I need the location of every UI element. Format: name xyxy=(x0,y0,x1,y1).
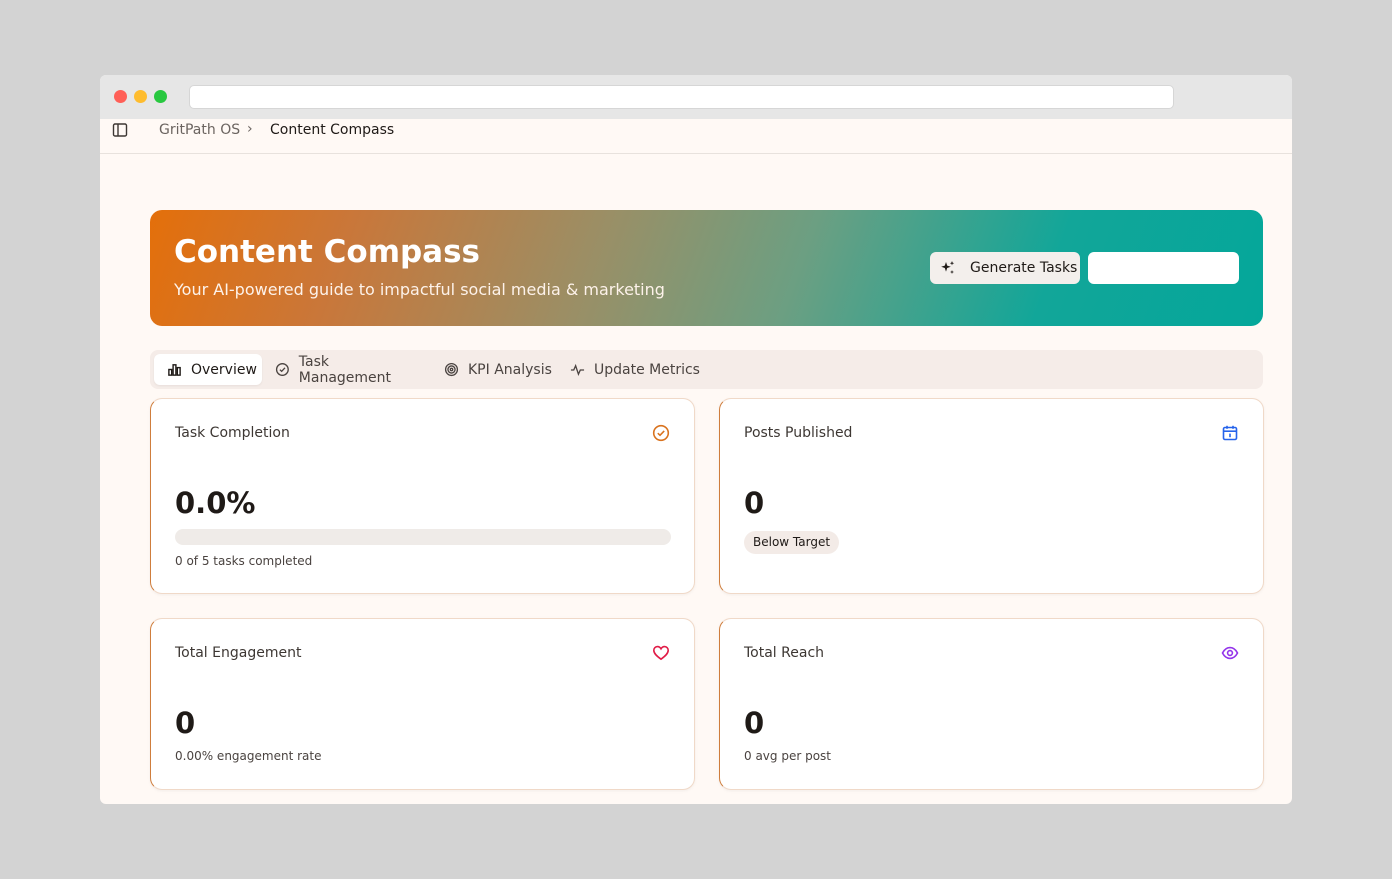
sidebar-toggle-icon[interactable] xyxy=(112,122,128,138)
eye-icon xyxy=(1221,646,1239,660)
task-completion-value: 0.0% xyxy=(175,486,256,520)
page-title: Content Compass xyxy=(174,234,481,270)
bar-chart-icon xyxy=(168,364,181,376)
tab-task-management-label: Task Management xyxy=(298,353,392,386)
total-engagement-card: Total Engagement 0 0.00% engagement rate xyxy=(150,618,695,790)
tab-task-management[interactable]: Task Management xyxy=(262,353,424,386)
top-navigation: GritPath OS › Content Compass xyxy=(100,119,1292,154)
browser-window: GritPath OS › Content Compass Content Co… xyxy=(100,75,1292,804)
browser-titlebar xyxy=(100,75,1292,119)
task-completion-card: Task Completion 0.0% 0 of 5 tasks comple… xyxy=(150,398,695,594)
address-bar[interactable] xyxy=(189,85,1174,109)
page-subtitle: Your AI-powered guide to impactful socia… xyxy=(174,280,665,299)
target-icon xyxy=(444,362,459,377)
posts-published-card: Posts Published 0 Below Target xyxy=(719,398,1264,594)
generate-tasks-label: Generate Tasks xyxy=(970,260,1078,276)
total-reach-card: Total Reach 0 0 avg per post xyxy=(719,618,1264,790)
secondary-action-button[interactable] xyxy=(1088,252,1239,284)
breadcrumb-current: Content Compass xyxy=(270,122,395,138)
task-completion-progress-bar xyxy=(175,529,671,545)
tab-update-metrics-label: Update Metrics xyxy=(594,361,700,378)
tab-kpi-analysis-label: KPI Analysis xyxy=(468,361,552,378)
tab-kpi-analysis[interactable]: KPI Analysis xyxy=(431,354,561,385)
close-window-button[interactable] xyxy=(114,90,127,103)
avg-reach-note: 0 avg per post xyxy=(744,749,831,763)
total-engagement-title: Total Engagement xyxy=(175,645,302,661)
generate-tasks-button[interactable]: Generate Tasks xyxy=(930,252,1080,284)
activity-icon xyxy=(570,363,585,377)
task-completion-title: Task Completion xyxy=(175,425,290,441)
posts-published-title: Posts Published xyxy=(744,425,853,441)
engagement-rate-note: 0.00% engagement rate xyxy=(175,749,322,763)
tab-overview-label: Overview xyxy=(191,361,257,378)
total-reach-title: Total Reach xyxy=(744,645,825,661)
breadcrumb-root[interactable]: GritPath OS xyxy=(159,121,240,139)
check-circle-icon xyxy=(275,363,289,376)
calendar-icon xyxy=(1222,425,1238,441)
tab-update-metrics[interactable]: Update Metrics xyxy=(557,354,707,385)
breadcrumb-separator: › xyxy=(247,121,253,137)
total-reach-value: 0 xyxy=(744,706,765,740)
status-badge: Below Target xyxy=(744,531,840,554)
hero-banner: Content Compass Your AI-powered guide to… xyxy=(150,210,1263,326)
heart-icon xyxy=(652,645,670,661)
minimize-window-button[interactable] xyxy=(134,90,147,103)
task-completion-note: 0 of 5 tasks completed xyxy=(175,554,313,568)
sparkles-icon xyxy=(941,261,955,274)
total-engagement-value: 0 xyxy=(175,706,196,740)
posts-published-value: 0 xyxy=(744,486,765,520)
tab-overview[interactable]: Overview xyxy=(154,354,262,385)
tab-bar: Overview Task Management KPI Analysis Up… xyxy=(150,350,1263,389)
maximize-window-button[interactable] xyxy=(154,90,167,103)
check-circle-icon xyxy=(652,424,670,442)
